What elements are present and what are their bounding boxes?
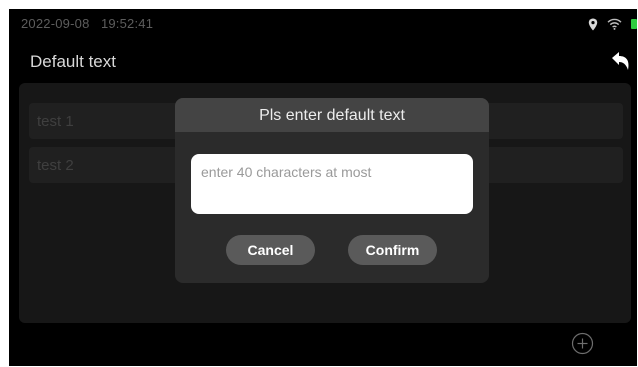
plus-circle-icon[interactable] bbox=[571, 332, 594, 355]
default-text-dialog: Pls enter default text Cancel Confirm bbox=[175, 98, 489, 283]
confirm-button[interactable]: Confirm bbox=[348, 235, 437, 265]
status-datetime: 2022-09-08 19:52:41 bbox=[21, 16, 153, 31]
status-date: 2022-09-08 bbox=[21, 16, 90, 31]
list-item-label: test 2 bbox=[37, 157, 74, 174]
undo-arrow-icon[interactable] bbox=[609, 49, 633, 73]
list-item-label: test 1 bbox=[37, 113, 74, 130]
default-text-input[interactable] bbox=[191, 154, 473, 214]
status-icons bbox=[588, 16, 637, 32]
page-title: Default text bbox=[30, 52, 116, 71]
app-screen: 2022-09-08 19:52:41 Default text test 1 … bbox=[9, 9, 637, 366]
battery-icon bbox=[631, 19, 637, 29]
dialog-title: Pls enter default text bbox=[259, 107, 405, 124]
dialog-header: Pls enter default text bbox=[175, 98, 489, 132]
location-icon bbox=[588, 18, 598, 31]
status-time: 19:52:41 bbox=[100, 16, 154, 31]
title-bar: Default text bbox=[9, 39, 637, 83]
wifi-icon bbox=[607, 18, 622, 30]
status-bar: 2022-09-08 19:52:41 bbox=[9, 9, 637, 39]
cancel-button[interactable]: Cancel bbox=[226, 235, 315, 265]
